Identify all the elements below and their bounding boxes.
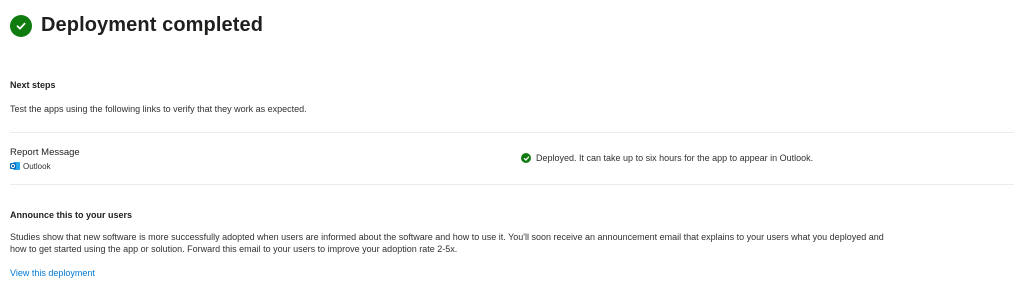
outlook-icon: [10, 161, 20, 171]
app-host: Outlook: [10, 161, 51, 171]
deployment-completed-page: Deployment completed Next steps Test the…: [0, 0, 1024, 297]
announce-heading: Announce this to your users: [10, 210, 133, 220]
check-circle-icon: [10, 14, 32, 37]
view-deployment-link[interactable]: View this deployment: [10, 268, 95, 278]
deployment-status: Deployed. It can take up to six hours fo…: [521, 153, 813, 163]
app-host-label: Outlook: [23, 161, 51, 171]
page-header: Deployment completed: [10, 14, 263, 37]
divider: [10, 184, 1014, 185]
divider: [10, 132, 1014, 133]
next-steps-description: Test the apps using the following links …: [10, 104, 307, 114]
check-circle-icon: [521, 153, 531, 163]
next-steps-heading: Next steps: [10, 80, 56, 90]
announce-text-line-2: how to get started using the app or solu…: [10, 244, 458, 254]
page-title: Deployment completed: [41, 14, 264, 36]
announce-text-line-1: Studies show that new software is more s…: [10, 232, 884, 242]
status-text: Deployed. It can take up to six hours fo…: [536, 153, 814, 163]
app-name: Report Message: [10, 147, 80, 158]
